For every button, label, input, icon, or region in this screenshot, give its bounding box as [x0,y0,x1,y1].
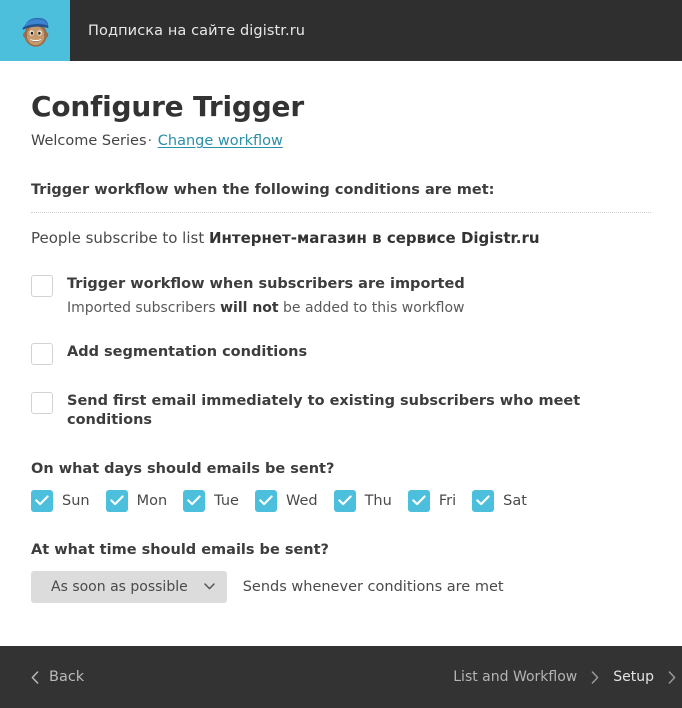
day-label: Sat [503,492,527,509]
trigger-options-list: Trigger workflow when subscribers are im… [31,274,651,431]
check-icon [109,495,124,506]
condition-list-name: Интернет-магазин в сервисе Digistr.ru [209,229,540,248]
header-title: Подписка на сайте digistr.ru [88,22,306,39]
subtitle: Welcome Series· Change workflow [31,133,651,149]
checkbox-mon[interactable] [105,489,128,512]
day-toggle-tue[interactable]: Tue [183,489,239,512]
breadcrumb-item-list-and-workflow[interactable]: List and Workflow [453,669,577,685]
back-button[interactable]: Back [31,669,84,685]
subtext-prefix: Imported subscribers [67,299,221,316]
time-heading: At what time should emails be sent? [31,541,329,558]
option-row-segmentation[interactable]: Add segmentation conditions [31,342,651,365]
option-label[interactable]: Trigger workflow when subscribers are im… [67,275,465,295]
check-icon [35,495,49,506]
checkbox-send-first-email[interactable] [31,391,53,414]
check-icon [412,495,426,506]
logo-panel[interactable] [0,0,70,61]
day-toggle-wed[interactable]: Wed [254,489,318,512]
option-label[interactable]: Send first email immediately to existing… [67,392,651,431]
day-toggle-sat[interactable]: Sat [472,489,527,512]
checkbox-segmentation[interactable] [31,342,53,365]
condition-prefix: People subscribe to list [31,229,209,248]
chevron-left-icon [31,670,39,684]
chevron-right-icon [654,670,682,684]
time-row: As soon as possible Sends whenever condi… [31,570,651,603]
checkbox-tue[interactable] [183,489,206,512]
page-title: Configure Trigger [31,90,304,123]
app-header: Подписка на сайте digistr.ru [0,0,682,61]
day-toggle-mon[interactable]: Mon [105,489,168,512]
back-label: Back [49,669,85,685]
day-toggle-sun[interactable]: Sun [31,489,90,512]
check-icon [187,495,201,506]
days-heading: On what days should emails be sent? [31,460,335,477]
day-label: Thu [364,492,392,509]
day-label: Sun [62,492,90,509]
checkbox-sat[interactable] [472,489,495,512]
trigger-condition: People subscribe to list Интернет-магази… [31,229,651,247]
option-row-send-first-email[interactable]: Send first email immediately to existing… [31,391,651,431]
checkbox-wed[interactable] [254,489,277,512]
day-label: Tue [214,492,239,509]
send-time-value: As soon as possible [51,578,188,595]
section-divider [31,212,651,214]
days-block: On what days should emails be sent? Sun … [31,461,651,512]
subtext-emphasis: will not [220,299,279,316]
send-time-dropdown[interactable]: As soon as possible [31,570,227,603]
checkbox-sun[interactable] [31,489,53,512]
day-label: Fri [438,492,457,509]
check-icon [337,495,352,506]
breadcrumb: List and Workflow Setup [453,669,682,685]
check-icon [259,495,273,506]
trigger-section-heading: Trigger workflow when the following cond… [31,182,495,199]
breadcrumb-item-setup[interactable]: Setup [613,669,654,685]
option-label[interactable]: Add segmentation conditions [67,343,307,363]
chevron-right-icon [577,670,613,684]
option-body: Trigger workflow when subscribers are im… [53,274,465,316]
change-workflow-link[interactable]: Change workflow [158,133,283,149]
chevron-down-icon [203,583,215,590]
check-icon [476,495,490,506]
subtitle-separator: · [147,133,153,150]
days-row: Sun Mon Tue Wed Thu Fri Sat [31,489,651,512]
mailchimp-freddie-icon [22,17,49,47]
day-toggle-fri[interactable]: Fri [407,489,457,512]
day-label: Mon [136,492,168,509]
option-body: Send first email immediately to existing… [53,391,651,431]
footer-bar: Back List and Workflow Setup [0,646,682,708]
time-block: At what time should emails be sent? As s… [31,542,651,603]
workflow-name: Welcome Series [31,133,147,150]
option-body: Add segmentation conditions [53,342,307,363]
subtext-suffix: be added to this workflow [278,299,465,316]
main-content: Configure Trigger Welcome Series· Change… [0,61,682,646]
configure-trigger-page: Подписка на сайте digistr.ru Configure T… [0,0,682,708]
checkbox-fri[interactable] [407,489,430,512]
day-label: Wed [285,492,318,509]
day-toggle-thu[interactable]: Thu [333,489,392,512]
checkbox-thu[interactable] [333,489,356,512]
option-subtext: Imported subscribers will not be added t… [67,300,465,316]
checkbox-import-trigger[interactable] [31,275,53,298]
time-hint: Sends whenever conditions are met [242,578,504,595]
option-row-import-trigger[interactable]: Trigger workflow when subscribers are im… [31,274,651,316]
